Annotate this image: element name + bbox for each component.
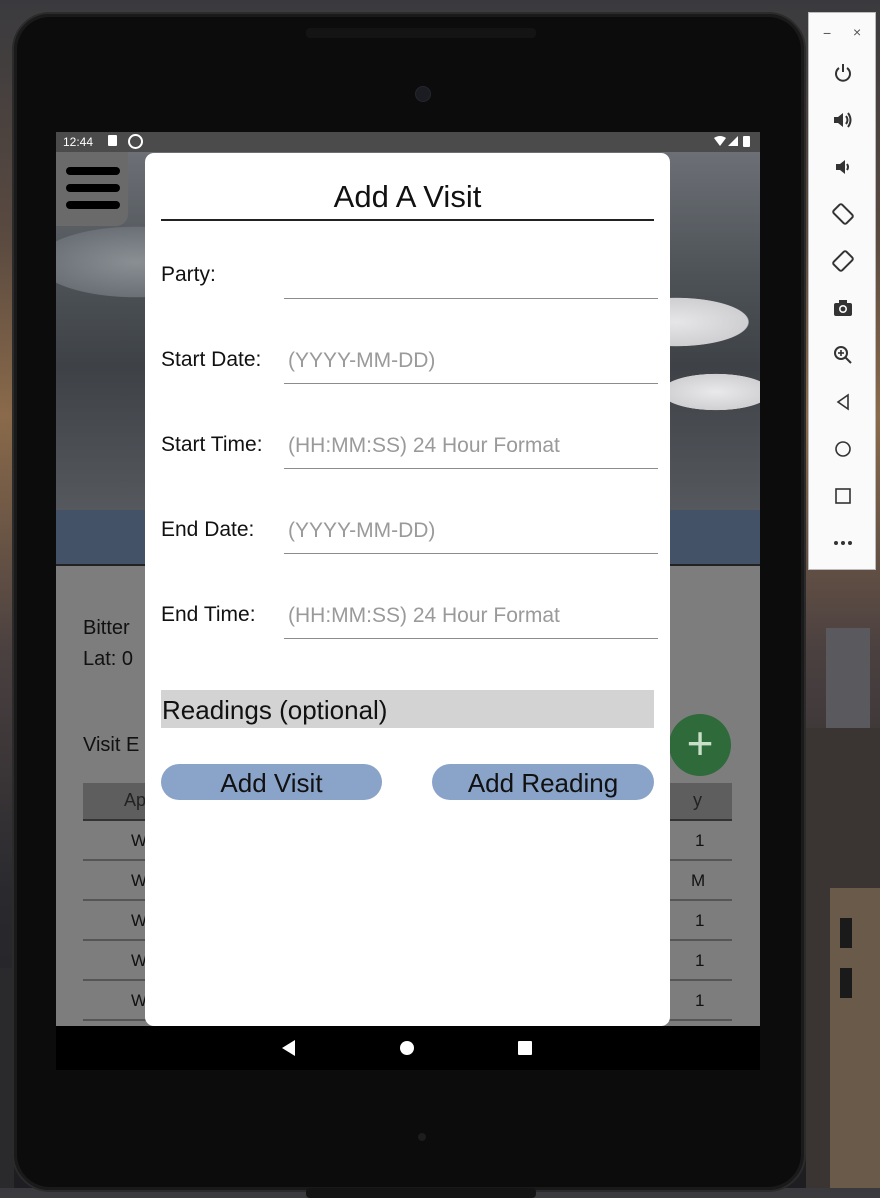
sync-icon xyxy=(128,134,143,149)
bottom-sensor xyxy=(418,1133,426,1141)
row-cell: 1 xyxy=(695,951,705,970)
back-icon[interactable] xyxy=(823,382,863,422)
row-cell: 1 xyxy=(695,991,705,1010)
home-icon[interactable] xyxy=(823,429,863,469)
wifi-cell-battery-icon xyxy=(714,136,750,147)
add-visit-button[interactable]: Add Visit xyxy=(161,764,382,800)
nav-home-icon[interactable] xyxy=(400,1041,414,1055)
bottom-speaker xyxy=(306,1188,536,1198)
top-speaker xyxy=(306,28,536,38)
row-cell: 1 xyxy=(695,831,705,850)
start-time-label: Start Time: xyxy=(161,433,263,456)
overview-icon[interactable] xyxy=(823,476,863,516)
sd-card-icon xyxy=(108,135,117,146)
power-icon[interactable] xyxy=(823,53,863,93)
nav-recents-icon[interactable] xyxy=(518,1041,532,1055)
start-date-input[interactable] xyxy=(284,339,658,384)
party-input[interactable] xyxy=(284,254,658,299)
visits-label: Visit E xyxy=(83,734,140,756)
android-nav-bar xyxy=(56,1026,760,1070)
hamburger-menu-button[interactable] xyxy=(56,152,128,226)
readings-section-header[interactable]: Readings (optional) xyxy=(161,690,654,728)
rotate-left-icon[interactable] xyxy=(823,194,863,234)
status-time: 12:44 xyxy=(63,135,94,149)
location-name: Bitter xyxy=(83,617,130,639)
menu-line-icon xyxy=(66,201,120,209)
emulator-toolbar: − × xyxy=(808,12,876,570)
add-fab-button[interactable]: + xyxy=(669,714,731,776)
add-visit-dialog: Add A Visit Party: Start Date: Start Tim… xyxy=(145,153,670,1026)
minimize-button[interactable]: − xyxy=(823,25,831,41)
end-date-label: End Date: xyxy=(161,518,255,541)
dialog-title: Add A Visit xyxy=(333,179,482,214)
location-lat: Lat: 0 xyxy=(83,648,134,670)
zoom-icon[interactable] xyxy=(823,335,863,375)
nav-back-icon[interactable] xyxy=(282,1040,295,1056)
close-button[interactable]: × xyxy=(853,24,861,40)
start-time-input[interactable] xyxy=(284,424,658,469)
end-date-input[interactable] xyxy=(284,509,658,554)
status-bar: 12:44 xyxy=(56,132,760,152)
menu-line-icon xyxy=(66,167,120,175)
table-header-right: y xyxy=(693,790,702,810)
signal-battery-icons xyxy=(714,135,754,151)
end-time-label: End Time: xyxy=(161,603,256,626)
row-cell: M xyxy=(691,871,706,890)
front-camera xyxy=(415,86,431,102)
table-header-left: Ap xyxy=(124,790,147,810)
camera-icon[interactable] xyxy=(823,288,863,328)
title-divider xyxy=(161,219,654,221)
rotate-right-icon[interactable] xyxy=(823,241,863,281)
volume-up-icon[interactable] xyxy=(823,100,863,140)
row-cell: 1 xyxy=(695,911,705,930)
add-reading-button[interactable]: Add Reading xyxy=(432,764,654,800)
volume-down-icon[interactable] xyxy=(823,147,863,187)
party-label: Party: xyxy=(161,263,216,286)
menu-line-icon xyxy=(66,184,120,192)
end-time-input[interactable] xyxy=(284,594,658,639)
more-icon[interactable] xyxy=(823,523,863,563)
start-date-label: Start Date: xyxy=(161,348,262,371)
